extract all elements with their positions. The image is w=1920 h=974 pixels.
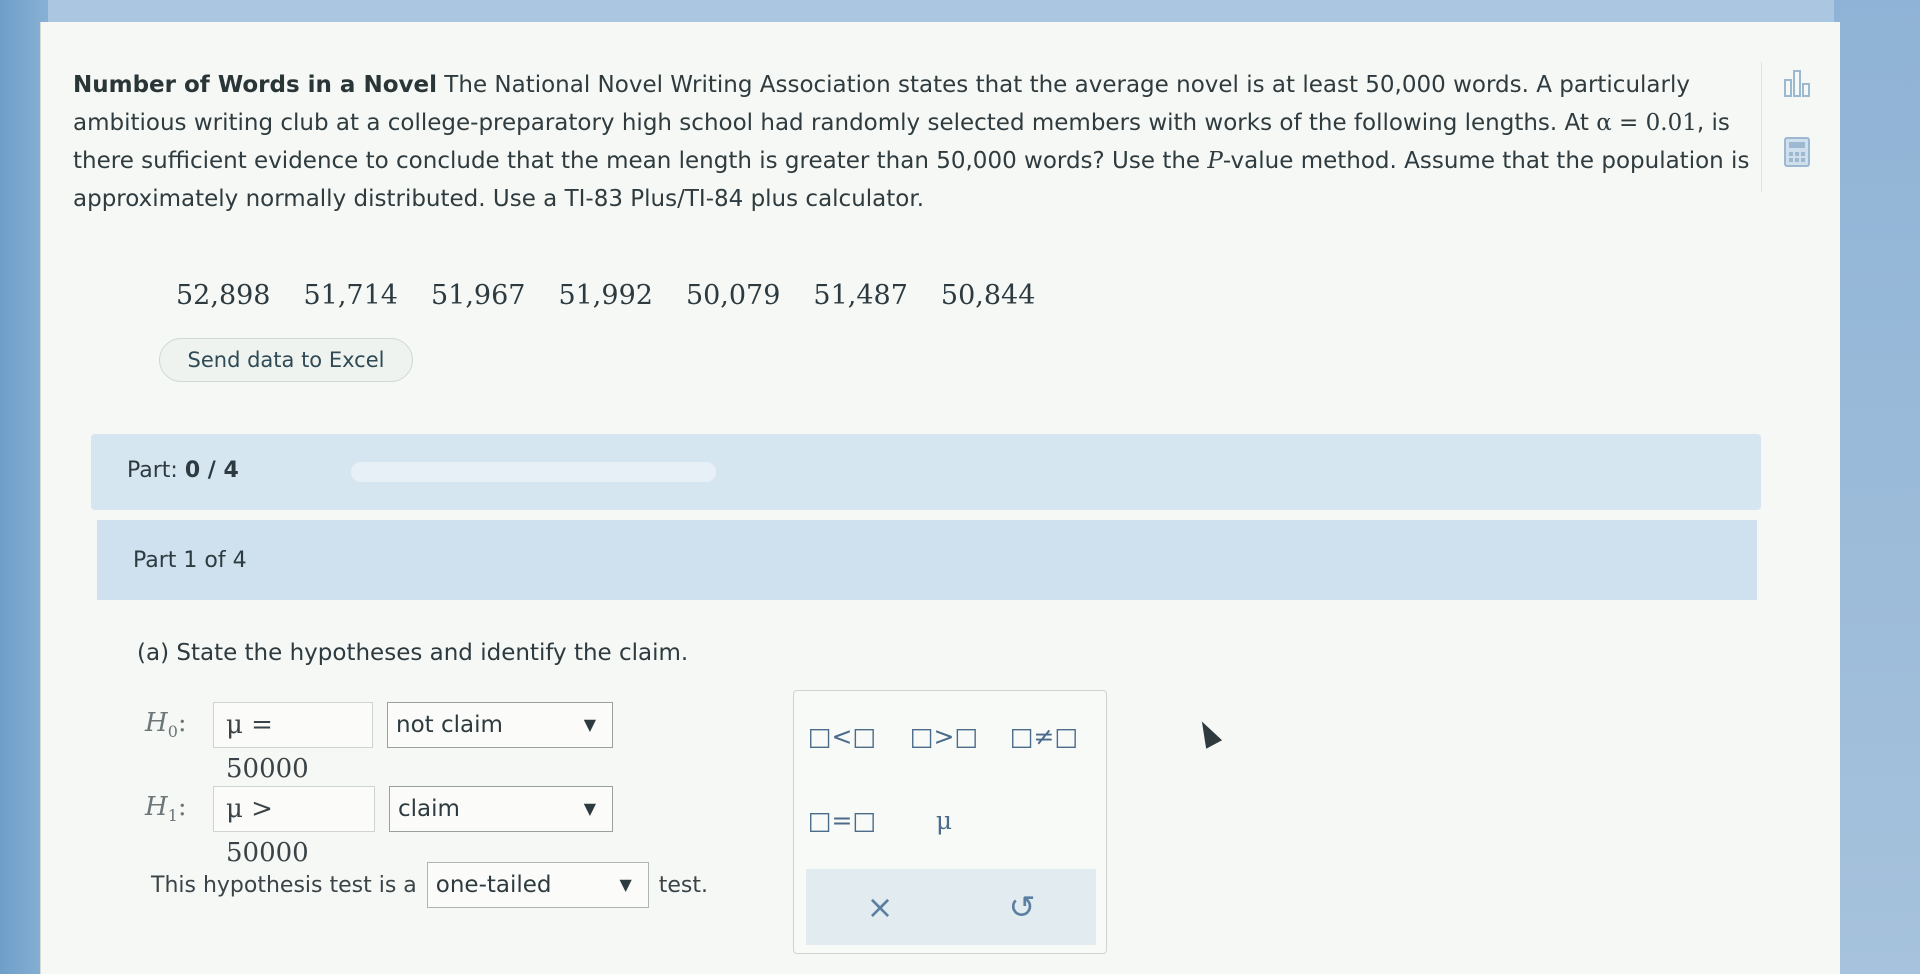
test-type-suffix: test. (658, 872, 709, 898)
h0-claim-select[interactable]: not claim ▼ (387, 702, 613, 748)
question-text: (a) State the hypotheses and identify th… (137, 640, 689, 666)
data-values: 52,898 51,714 51,967 51,992 50,079 51,48… (176, 280, 1035, 311)
h1-input[interactable]: μ > 50000 (213, 786, 375, 868)
test-type-select[interactable]: one-tailed ▼ (426, 862, 649, 908)
part-progress-value: 0 / 4 (184, 458, 239, 483)
alpha-value: α = 0.01 (1596, 110, 1697, 136)
part-progress-label: Part: 0 / 4 (127, 458, 239, 483)
h1-claim-select[interactable]: claim ▼ (389, 786, 613, 832)
undo-icon[interactable]: ↺ (992, 883, 1052, 931)
chevron-down-icon: ▼ (583, 715, 596, 734)
h1-label: H1: (145, 792, 187, 826)
problem-title: Number of Words in a Novel (73, 72, 437, 98)
h0-input[interactable]: μ = 50000 (213, 702, 373, 784)
problem-statement: Number of Words in a Novel The National … (73, 66, 1763, 218)
part-1-title: Part 1 of 4 (133, 548, 247, 573)
calculator-icon[interactable] (1782, 136, 1812, 170)
bar-chart-icon[interactable] (1782, 68, 1812, 102)
data-value: 51,992 (558, 280, 653, 311)
part-1-header[interactable]: Part 1 of 4 (97, 520, 1757, 600)
h0-claim-value: not claim (396, 712, 503, 738)
h0-label: H0: (145, 708, 187, 742)
top-strip (48, 0, 1834, 22)
greater-than-key[interactable]: □>□ (904, 717, 984, 757)
mu-key[interactable]: μ (904, 801, 984, 841)
test-type-row: This hypothesis test is a one-tailed ▼ t… (151, 862, 708, 908)
h1-claim-value: claim (398, 796, 460, 822)
test-type-value: one-tailed (435, 872, 552, 898)
chevron-down-icon: ▼ (619, 875, 632, 894)
progress-track (351, 462, 716, 482)
send-to-excel-button[interactable]: Send data to Excel (159, 338, 413, 382)
chevron-down-icon: ▼ (583, 799, 596, 818)
not-equal-key[interactable]: □≠□ (1004, 717, 1084, 757)
clear-icon[interactable]: × (850, 883, 910, 931)
data-value: 52,898 (176, 280, 271, 311)
null-hypothesis-row: H0: μ = 50000 not claim ▼ (145, 702, 613, 784)
data-value: 51,487 (813, 280, 908, 311)
p-symbol: P (1207, 148, 1223, 174)
problem-card: Number of Words in a Novel The National … (40, 22, 1840, 974)
part-progress-bar: Part: 0 / 4 (91, 434, 1761, 510)
data-value: 50,844 (940, 280, 1036, 311)
math-keypad: □<□ □>□ □≠□ □=□ μ × ↺ (793, 690, 1107, 954)
data-value: 50,079 (685, 280, 781, 311)
side-tools (1761, 62, 1831, 192)
alternative-hypothesis-row: H1: μ > 50000 claim ▼ (145, 786, 613, 868)
less-than-key[interactable]: □<□ (802, 717, 882, 757)
data-value: 51,967 (430, 280, 526, 311)
data-value: 51,714 (303, 280, 398, 311)
test-type-prefix: This hypothesis test is a (151, 872, 417, 898)
mouse-pointer-icon (1193, 717, 1223, 749)
keypad-actions: × ↺ (806, 869, 1096, 945)
equal-key[interactable]: □=□ (802, 801, 882, 841)
